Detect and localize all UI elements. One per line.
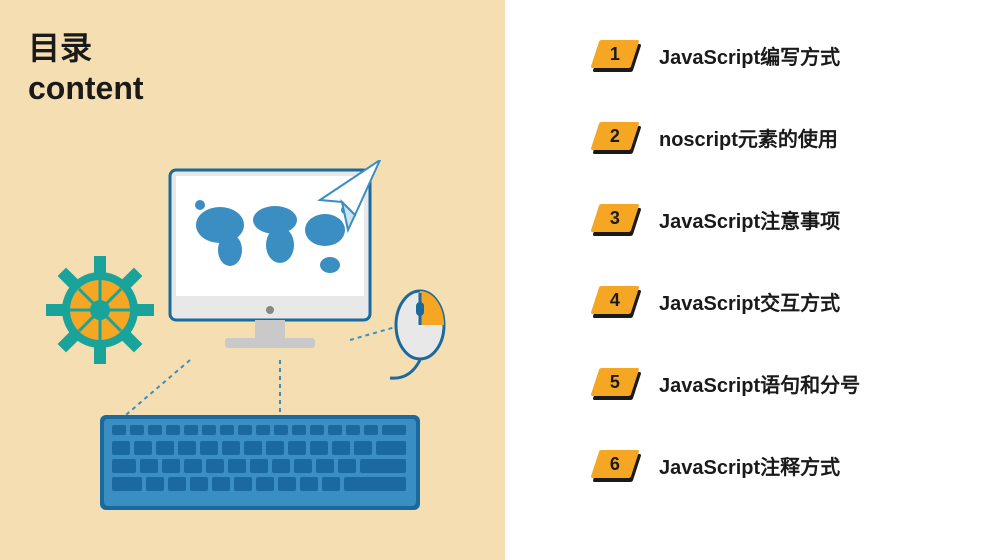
toc-badge: 5	[595, 368, 637, 398]
toc-label: JavaScript语句和分号	[659, 369, 860, 398]
toc-item-1: 1 JavaScript编写方式	[595, 40, 1000, 70]
toc-number: 2	[610, 126, 620, 147]
toc-label: noscript元素的使用	[659, 123, 838, 152]
toc-list: 1 JavaScript编写方式 2 noscript元素的使用 3 JavaS…	[595, 40, 1000, 480]
toc-item-4: 4 JavaScript交互方式	[595, 286, 1000, 316]
computer-illustration	[40, 160, 470, 540]
toc-badge: 2	[595, 122, 637, 152]
title-en: content	[28, 68, 144, 108]
title-cn: 目录	[28, 28, 144, 68]
right-panel: 1 JavaScript编写方式 2 noscript元素的使用 3 JavaS…	[505, 0, 1000, 560]
toc-label: JavaScript编写方式	[659, 41, 840, 70]
toc-number: 5	[610, 372, 620, 393]
toc-number: 4	[610, 290, 620, 311]
toc-item-2: 2 noscript元素的使用	[595, 122, 1000, 152]
toc-badge: 1	[595, 40, 637, 70]
toc-badge: 6	[595, 450, 637, 480]
title-block: 目录 content	[28, 28, 144, 108]
toc-number: 1	[610, 44, 620, 65]
toc-badge: 3	[595, 204, 637, 234]
toc-label: JavaScript注释方式	[659, 451, 840, 480]
toc-number: 6	[610, 454, 620, 475]
toc-item-5: 5 JavaScript语句和分号	[595, 368, 1000, 398]
toc-label: JavaScript注意事项	[659, 205, 840, 234]
toc-badge: 4	[595, 286, 637, 316]
toc-item-6: 6 JavaScript注释方式	[595, 450, 1000, 480]
left-panel: 目录 content	[0, 0, 505, 560]
toc-number: 3	[610, 208, 620, 229]
toc-label: JavaScript交互方式	[659, 287, 840, 316]
toc-item-3: 3 JavaScript注意事项	[595, 204, 1000, 234]
